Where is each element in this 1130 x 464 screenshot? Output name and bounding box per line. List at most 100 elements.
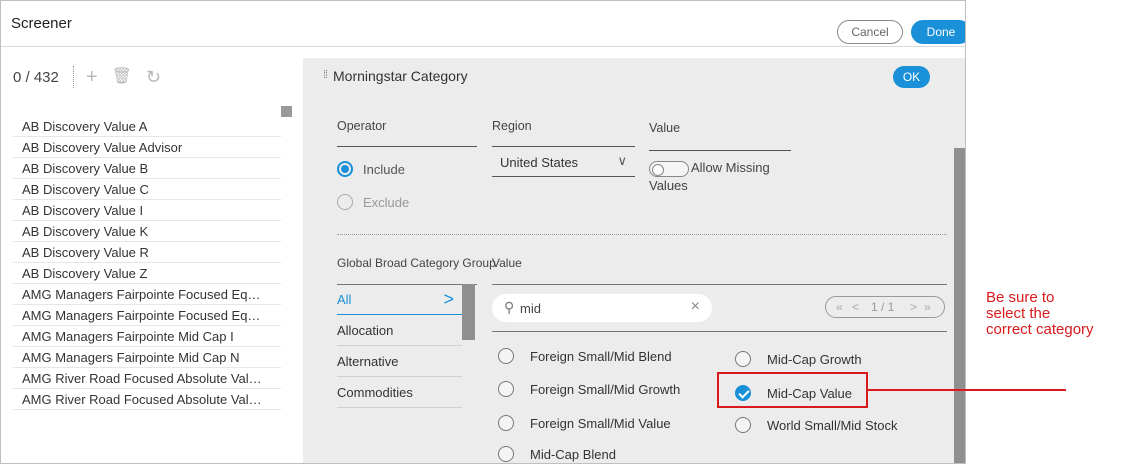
category-scrollbar[interactable] — [462, 284, 475, 340]
region-select[interactable]: United States ∨ — [492, 151, 635, 177]
operator-label: Operator — [337, 119, 387, 133]
category-item-alternative[interactable]: Alternative — [337, 346, 462, 377]
option-label: Foreign Small/Mid Value — [530, 415, 671, 431]
fund-list-pane: 0 / 432 + 🗑 ↻ AB Discovery Value A AB Dis… — [1, 48, 303, 463]
list-scrollbar[interactable] — [281, 106, 292, 117]
category-item-label: Allocation — [337, 323, 394, 338]
fund-list-item[interactable]: AB Discovery Value A — [13, 116, 281, 137]
prev-page-icon[interactable]: < — [852, 300, 859, 314]
option-label: Foreign Small/Mid Blend — [530, 348, 672, 364]
fund-list-item[interactable]: AB Discovery Value B — [13, 158, 281, 179]
fund-list-item[interactable]: AB Discovery Value I — [13, 200, 281, 221]
option-foreign-small-mid-blend[interactable]: Foreign Small/Mid Blend — [498, 348, 672, 364]
allow-missing-toggle[interactable] — [649, 161, 689, 177]
fund-list-item[interactable]: AB Discovery Value Z — [13, 263, 281, 284]
category-item-label: All — [337, 292, 352, 307]
exclude-radio[interactable]: Exclude — [337, 194, 409, 210]
fund-list-item[interactable]: AB Discovery Value K — [13, 221, 281, 242]
category-search-input[interactable]: ⚲ mid × — [492, 294, 712, 322]
include-label: Include — [363, 161, 405, 177]
option-label: Mid-Cap Growth — [767, 351, 862, 367]
clear-search-icon[interactable]: × — [691, 298, 700, 316]
group-label: Global Broad Category Group — [337, 256, 496, 270]
option-label: World Small/Mid Stock — [767, 417, 898, 433]
window-title: Screener — [11, 15, 72, 32]
cancel-button[interactable]: Cancel — [837, 20, 903, 44]
value-label: Value — [649, 121, 681, 135]
page-indicator: 1 / 1 — [871, 300, 895, 314]
allow-missing-label: Allow Missing — [691, 160, 770, 175]
region-value: United States — [500, 155, 579, 170]
include-radio-circle — [337, 161, 353, 177]
chevron-down-icon: ∨ — [617, 153, 627, 168]
option-radio — [735, 351, 751, 367]
pagination: « < 1 / 1 > » — [825, 296, 945, 318]
option-radio — [498, 415, 514, 431]
group-value-label: Value — [492, 256, 522, 270]
fund-list-item[interactable]: AMG Managers Fairpointe Focused Eq… — [13, 305, 281, 326]
trash-icon[interactable]: 🗑 — [112, 69, 132, 85]
callout-line-3: correct category — [986, 321, 1094, 338]
fund-list: AB Discovery Value A AB Discovery Value A… — [13, 116, 281, 410]
category-item-label: Commodities — [337, 385, 413, 400]
fund-list-item[interactable]: AMG River Road Focused Absolute Val… — [13, 389, 281, 410]
callout-note: Be sure to select the correct category — [986, 290, 1126, 338]
fund-list-item[interactable]: AB Discovery Value R — [13, 242, 281, 263]
option-radio — [735, 417, 751, 433]
last-page-icon[interactable]: » — [924, 300, 931, 314]
panel-scrollbar[interactable] — [954, 148, 965, 463]
fund-list-item[interactable]: AB Discovery Value C — [13, 179, 281, 200]
list-toolbar: 0 / 432 + 🗑 ↻ — [13, 64, 175, 90]
option-radio — [498, 381, 514, 397]
category-item-all[interactable]: All > — [337, 284, 462, 315]
fund-list-item[interactable]: AB Discovery Value Advisor — [13, 137, 281, 158]
chevron-right-icon: > — [443, 289, 454, 309]
section-divider — [337, 234, 947, 235]
option-foreign-small-mid-growth[interactable]: Foreign Small/Mid Growth — [498, 381, 680, 397]
fund-list-item[interactable]: AMG River Road Focused Absolute Val… — [13, 368, 281, 389]
toolbar-divider — [72, 66, 74, 88]
panel-header: ⁞⁞ Morningstar Category OK — [303, 58, 965, 94]
search-icon: ⚲ — [504, 299, 515, 315]
drag-handle-icon[interactable]: ⁞⁞ — [323, 69, 328, 81]
value-underline — [649, 150, 791, 151]
category-item-allocation[interactable]: Allocation — [337, 315, 462, 346]
first-page-icon[interactable]: « — [836, 300, 843, 314]
option-mid-cap-growth[interactable]: Mid-Cap Growth — [735, 351, 862, 367]
option-label: Foreign Small/Mid Growth — [530, 381, 681, 397]
region-label: Region — [492, 119, 532, 133]
option-radio — [498, 446, 514, 462]
exclude-radio-circle — [337, 194, 353, 210]
option-foreign-small-mid-value[interactable]: Foreign Small/Mid Value — [498, 415, 671, 431]
done-button[interactable]: Done — [911, 20, 965, 44]
callout-line-1: Be sure to — [986, 289, 1055, 306]
group-value-underline — [492, 284, 947, 285]
operator-underline — [337, 146, 477, 147]
panel-title: Morningstar Category — [333, 68, 468, 84]
next-page-icon[interactable]: > — [910, 300, 917, 314]
callout-line-2: select the — [986, 305, 1051, 322]
include-radio[interactable]: Include — [337, 161, 405, 177]
title-bar: Screener Cancel Done — [1, 1, 965, 47]
option-world-small-mid-stock[interactable]: World Small/Mid Stock — [735, 417, 898, 433]
exclude-label: Exclude — [363, 194, 410, 210]
option-mid-cap-blend[interactable]: Mid-Cap Blend — [498, 446, 616, 462]
option-label: Mid-Cap Blend — [530, 446, 616, 462]
selection-count: 0 / 432 — [13, 68, 59, 86]
callout-line — [868, 389, 1066, 391]
search-query: mid — [520, 301, 541, 316]
ok-button[interactable]: OK — [893, 66, 930, 88]
add-icon[interactable]: + — [86, 67, 98, 87]
category-item-label: Alternative — [337, 354, 399, 369]
category-group-list: All > Allocation Alternative Commodities — [337, 284, 462, 408]
fund-list-item[interactable]: AMG Managers Fairpointe Focused Eq… — [13, 284, 281, 305]
refresh-icon[interactable]: ↻ — [146, 68, 161, 86]
region-underline — [492, 146, 635, 147]
options-divider — [492, 331, 947, 332]
category-item-commodities[interactable]: Commodities — [337, 377, 462, 408]
fund-list-item[interactable]: AMG Managers Fairpointe Mid Cap N — [13, 347, 281, 368]
option-radio — [498, 348, 514, 364]
highlight-box — [717, 372, 868, 408]
allow-missing-label-line2: Values — [649, 178, 688, 193]
fund-list-item[interactable]: AMG Managers Fairpointe Mid Cap I — [13, 326, 281, 347]
